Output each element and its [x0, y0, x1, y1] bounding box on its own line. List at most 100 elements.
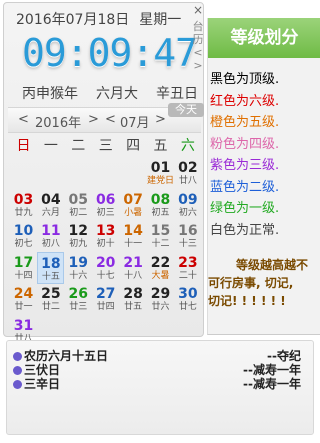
day-number: 06 — [95, 191, 116, 208]
lunar-day-label: 十三 — [178, 239, 197, 249]
calendar-day[interactable]: 02 廿八 — [174, 157, 201, 189]
calendar-day[interactable]: 03 廿九 — [10, 189, 37, 221]
day-number: 02 — [178, 160, 198, 176]
side-tab-prev[interactable]: < — [191, 46, 205, 59]
lunar-day-label: 大暑 — [151, 270, 170, 281]
day-number: 01 — [150, 160, 171, 176]
day-number: 16 — [178, 223, 198, 239]
lunar-day-label: 初三 — [96, 207, 115, 218]
level-note-line-2: 可行房事, 切记, — [208, 276, 294, 290]
day-number: 05 — [68, 191, 89, 208]
calendar-day[interactable]: 04 六月 — [37, 189, 64, 221]
close-icon[interactable]: × — [192, 4, 204, 16]
lunar-day-label: 廿七 — [178, 302, 197, 312]
side-tab-next[interactable]: > — [191, 59, 205, 72]
lunar-day-label: 初二 — [69, 207, 88, 218]
calendar-day[interactable]: 21 十八 — [120, 252, 147, 284]
day-number: 09 — [178, 191, 198, 208]
day-number: 27 — [95, 286, 116, 302]
calendar-day[interactable]: 06 初三 — [92, 189, 119, 221]
current-date-line: 2016年07月18日 星期一 — [16, 9, 181, 29]
calendar-day[interactable]: 08 初五 — [147, 189, 174, 221]
calendar-day[interactable]: 12 初九 — [65, 220, 92, 252]
calendar-day[interactable]: 15 十二 — [147, 220, 174, 252]
lunar-day-label: 廿四 — [96, 302, 115, 312]
month-selector[interactable]: 07月 — [120, 112, 150, 131]
day-number: 12 — [68, 223, 89, 239]
calendar-day[interactable]: 13 初十 — [92, 220, 119, 252]
day-number: 28 — [123, 286, 143, 302]
calendar-day[interactable]: 17 十四 — [10, 252, 37, 284]
year-selector[interactable]: 2016年 — [35, 112, 81, 131]
prev-year-button[interactable]: < — [18, 112, 29, 127]
level-item: 白色为正常. — [210, 222, 280, 238]
calendar-day[interactable]: 27 廿四 — [92, 283, 119, 315]
level-item: 绿色为一级. — [210, 201, 280, 216]
lunar-day-label: 初十 — [96, 239, 115, 249]
calendar-day[interactable]: 10 初七 — [10, 220, 37, 252]
info-row: 三辛日 --减寿一年 — [13, 375, 309, 391]
weekday-label: 日 — [16, 138, 31, 154]
day-number: 18 — [41, 255, 61, 272]
weekday-label: 三 — [98, 138, 113, 154]
level-item: 紫色为三级. — [210, 158, 280, 173]
calendar-day[interactable]: 29 廿六 — [147, 283, 174, 315]
lunar-day-label: 十六 — [69, 270, 88, 281]
calendar-day[interactable]: 01 建党日 — [147, 157, 174, 189]
bullet-icon — [13, 380, 22, 389]
lunar-day-label: 廿九 — [14, 207, 33, 218]
day-number: 19 — [68, 254, 89, 271]
calendar-day[interactable]: 24 廿一 — [10, 283, 37, 315]
calendar-day[interactable]: 14 十一 — [120, 220, 147, 252]
calendar-day[interactable]: 05 初二 — [65, 189, 92, 221]
calendar-day[interactable]: 16 十三 — [174, 220, 201, 252]
calendar-day[interactable]: 30 廿七 — [174, 283, 201, 315]
day-number: 25 — [41, 286, 61, 302]
calendar-panel: 2016年07月18日 星期一 09:09:47 丙申猴年 六月大 辛丑日 < 201… — [3, 2, 204, 344]
prev-month-button[interactable]: < — [105, 112, 116, 127]
weekday-label: 四 — [126, 138, 141, 154]
lunar-day-label: 初五 — [151, 207, 170, 218]
calendar-day[interactable]: 09 初六 — [174, 189, 201, 221]
calendar-day-selected[interactable]: 18 十五 — [37, 251, 65, 284]
lunar-day: 辛丑日 — [156, 86, 198, 102]
calendar-day[interactable]: 07 小暑 — [120, 189, 147, 221]
day-number: 29 — [150, 286, 171, 302]
side-tab-tai[interactable]: 台 — [191, 20, 205, 33]
lunar-day-label: 初六 — [178, 207, 197, 218]
weekday-label: 六 — [180, 138, 195, 154]
day-number: 17 — [13, 254, 34, 271]
calendar-day[interactable]: 19 十六 — [65, 252, 92, 284]
weekday-header: 日一二三四五六 — [10, 135, 202, 157]
lunar-day-label: 廿五 — [124, 302, 143, 312]
day-number: 21 — [123, 254, 143, 271]
info-row: 农历六月十五日 --夺纪 — [13, 347, 309, 363]
side-tab-li[interactable]: 历 — [191, 33, 205, 46]
weekday-label: 五 — [153, 138, 168, 154]
lunar-year: 丙申猴年 — [22, 86, 78, 102]
calendar-day[interactable]: 11 初八 — [37, 220, 64, 252]
next-year-button[interactable]: > — [88, 112, 99, 127]
calendar-day[interactable]: 25 廿二 — [37, 283, 64, 315]
calendar-day[interactable]: 20 十七 — [92, 252, 119, 284]
today-button[interactable]: 今天 — [168, 103, 204, 117]
day-number: 10 — [13, 223, 34, 239]
lunar-day-label: 十四 — [14, 270, 33, 281]
lunar-day-label: 廿八 — [178, 176, 197, 186]
calendar-day[interactable]: 23 二十 — [174, 252, 201, 284]
calendar-day[interactable]: 28 廿五 — [120, 283, 147, 315]
calendar-day[interactable]: 22 大暑 — [147, 252, 174, 284]
lunar-date-line: 丙申猴年 六月大 辛丑日 — [22, 83, 198, 103]
level-title: 等级划分 — [208, 18, 320, 58]
day-number: 15 — [150, 223, 171, 239]
calendar-day[interactable]: 26 廿三 — [65, 283, 92, 315]
day-number: 11 — [41, 223, 61, 239]
day-number: 20 — [95, 254, 116, 271]
lunar-day-label: 廿一 — [14, 302, 33, 312]
level-note-line-3: 切记! ! ! ! ! ! — [208, 294, 286, 308]
info-row-label: 三辛日 — [24, 377, 61, 391]
day-number: 03 — [13, 191, 34, 208]
next-month-button[interactable]: > — [155, 112, 166, 127]
lunar-day-label: 初九 — [69, 239, 88, 249]
level-item: 黑色为顶级. — [210, 72, 280, 87]
